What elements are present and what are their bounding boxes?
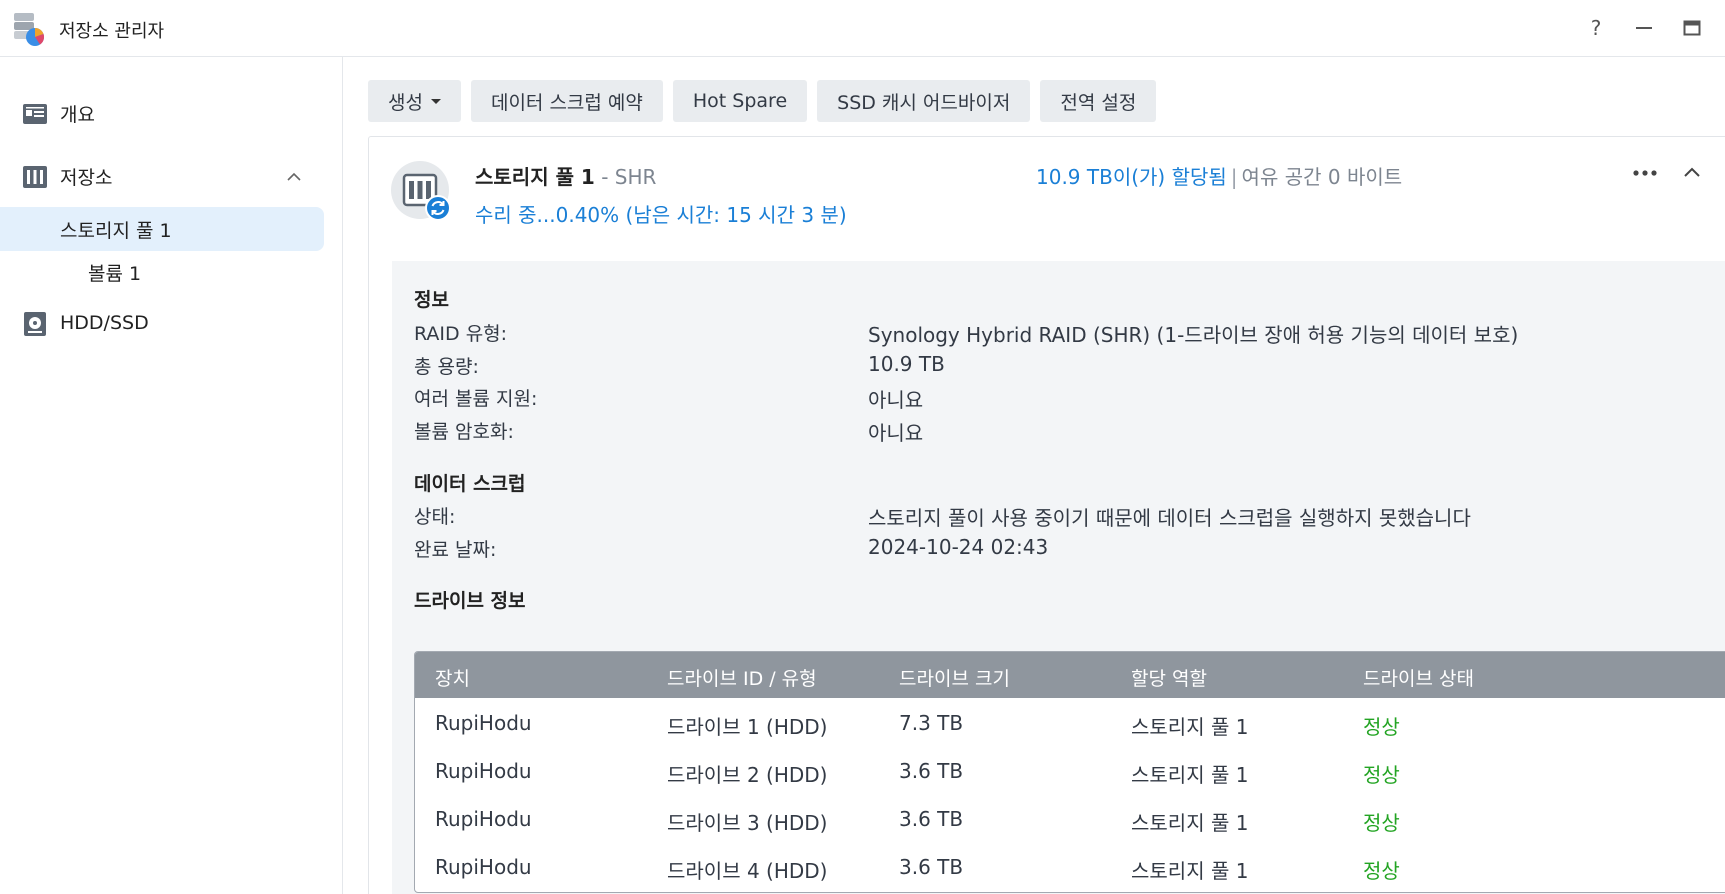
drive-id-cell: 드라이브 1 (HDD): [667, 715, 828, 739]
drive-id-cell: 드라이브 2 (HDD): [667, 763, 828, 787]
sidebar-item-storage-pool-1[interactable]: 스토리지 풀 1: [0, 207, 324, 251]
help-icon[interactable]: ?: [1580, 12, 1612, 44]
separator: |: [1230, 165, 1238, 189]
more-icon[interactable]: [1628, 159, 1662, 187]
minimize-icon[interactable]: [1628, 12, 1660, 44]
pool-allocation: 10.9 TB이(가) 할당됨 | 여유 공간 0 바이트: [1036, 161, 1402, 190]
scrub-completed-value: 2024-10-24 02:43: [868, 535, 1049, 559]
status-cell: 정상: [1363, 763, 1400, 787]
device-cell: RupiHodu: [435, 711, 532, 735]
pool-title: 스토리지 풀 1 - SHR: [475, 161, 656, 190]
scrub-completed-label: 완료 날짜:: [414, 539, 497, 561]
column-header[interactable]: 장치: [435, 664, 470, 691]
scrub-schedule-button[interactable]: 데이터 스크럽 예약: [470, 80, 663, 122]
total-capacity-value: 10.9 TB: [868, 352, 945, 376]
raid-type-value: Synology Hybrid RAID (SHR) (1-드라이브 장애 허용…: [868, 323, 1519, 347]
role-cell: 스토리지 풀 1: [1131, 715, 1249, 739]
status-cell: 정상: [1363, 715, 1400, 739]
drive-info-section-title: 드라이브 정보: [414, 590, 526, 612]
sidebar-item-label: HDD/SSD: [60, 312, 149, 334]
create-button-label: 생성: [388, 91, 423, 114]
multi-volume-value: 아니요: [868, 388, 924, 412]
allocated-size: 10.9 TB이(가) 할당됨: [1036, 165, 1227, 189]
scrub-section-title: 데이터 스크럽: [414, 473, 526, 495]
drive-table: 장치 드라이브 ID / 유형 드라이브 크기 할당 역할 드라이브 상태 Ru…: [414, 651, 1725, 893]
chevron-up-icon[interactable]: [284, 167, 304, 187]
sidebar-item-hdd-ssd[interactable]: HDD/SSD: [0, 301, 324, 345]
global-settings-button[interactable]: 전역 설정: [1040, 80, 1157, 122]
volume-encryption-value: 아니요: [868, 421, 924, 445]
ssd-advisor-button[interactable]: SSD 캐시 어드바이저: [817, 80, 1031, 122]
drive-size-cell: 3.6 TB: [899, 807, 964, 831]
maximize-icon[interactable]: [1676, 12, 1708, 44]
title-bar: 저장소 관리자 ?: [0, 0, 1725, 57]
multi-volume-label: 여러 볼륨 지원:: [414, 388, 538, 410]
app-title: 저장소 관리자: [59, 21, 165, 42]
device-cell: RupiHodu: [435, 807, 532, 831]
role-cell: 스토리지 풀 1: [1131, 811, 1249, 835]
hdd-icon: [24, 312, 46, 336]
sidebar-item-label: 볼륨 1: [88, 262, 142, 285]
pool-repair-status: 수리 중...0.40% (남은 시간: 15 시간 3 분): [475, 203, 847, 227]
raid-type-label: RAID 유형:: [414, 323, 508, 345]
table-row[interactable]: RupiHodu 드라이브 3 (HDD) 3.6 TB 스토리지 풀 1 정상: [415, 794, 1725, 842]
drive-size-cell: 3.6 TB: [899, 759, 964, 783]
info-section-title: 정보: [414, 289, 449, 311]
pool-name: 스토리지 풀 1: [475, 165, 595, 189]
role-cell: 스토리지 풀 1: [1131, 763, 1249, 787]
scrub-status-label: 상태:: [414, 506, 456, 528]
volume-encryption-label: 볼륨 암호화:: [414, 421, 514, 443]
storage-icon: [23, 166, 47, 188]
pool-type: - SHR: [601, 165, 657, 189]
column-header[interactable]: 드라이브 상태: [1363, 664, 1474, 691]
sidebar-item-overview[interactable]: 개요: [0, 91, 324, 135]
overview-icon: [23, 104, 47, 124]
sidebar-item-label: 저장소: [60, 166, 113, 189]
storage-manager-icon: [14, 13, 45, 46]
column-header[interactable]: 드라이브 크기: [899, 664, 1010, 691]
chevron-up-icon[interactable]: [1678, 159, 1706, 187]
role-cell: 스토리지 풀 1: [1131, 859, 1249, 883]
total-capacity-label: 총 용량:: [414, 356, 479, 378]
table-row[interactable]: RupiHodu 드라이브 1 (HDD) 7.3 TB 스토리지 풀 1 정상: [415, 698, 1725, 746]
sidebar-item-volume-1[interactable]: 볼륨 1: [0, 250, 324, 294]
sidebar-item-storage[interactable]: 저장소: [0, 154, 324, 198]
table-row[interactable]: RupiHodu 드라이브 2 (HDD) 3.6 TB 스토리지 풀 1 정상: [415, 746, 1725, 794]
main-content: 생성 데이터 스크럽 예약 Hot Spare SSD 캐시 어드바이저 전역 …: [344, 57, 1725, 894]
scrub-status-value: 스토리지 풀이 사용 중이기 때문에 데이터 스크럽을 실행하지 못했습니다: [868, 506, 1471, 530]
status-cell: 정상: [1363, 859, 1400, 883]
device-cell: RupiHodu: [435, 759, 532, 783]
table-header: 장치 드라이브 ID / 유형 드라이브 크기 할당 역할 드라이브 상태: [415, 652, 1725, 698]
drive-size-cell: 3.6 TB: [899, 855, 964, 879]
create-dropdown-button[interactable]: 생성: [368, 80, 461, 122]
free-space: 여유 공간 0 바이트: [1241, 165, 1403, 189]
drive-size-cell: 7.3 TB: [899, 711, 964, 735]
sidebar-item-label: 스토리지 풀 1: [60, 219, 172, 242]
storage-pool-icon: [391, 161, 451, 221]
pool-details-panel: 정보 RAID 유형: Synology Hybrid RAID (SHR) (…: [392, 261, 1725, 894]
status-cell: 정상: [1363, 811, 1400, 835]
sidebar: 개요 저장소 스토리지 풀 1 볼륨 1 HDD/SSD: [0, 57, 343, 894]
drive-id-cell: 드라이브 4 (HDD): [667, 859, 828, 883]
column-header[interactable]: 할당 역할: [1131, 664, 1207, 691]
column-header[interactable]: 드라이브 ID / 유형: [667, 664, 817, 691]
repair-sync-icon: [425, 195, 451, 221]
table-row[interactable]: RupiHodu 드라이브 4 (HDD) 3.6 TB 스토리지 풀 1 정상: [415, 842, 1725, 890]
sidebar-item-label: 개요: [60, 103, 95, 126]
drive-id-cell: 드라이브 3 (HDD): [667, 811, 828, 835]
toolbar: 생성 데이터 스크럽 예약 Hot Spare SSD 캐시 어드바이저 전역 …: [368, 80, 1157, 122]
hot-spare-button[interactable]: Hot Spare: [672, 80, 808, 122]
storage-pool-card: 스토리지 풀 1 - SHR 수리 중...0.40% (남은 시간: 15 시…: [368, 136, 1725, 894]
device-cell: RupiHodu: [435, 855, 532, 879]
caret-down-icon: [430, 98, 441, 104]
